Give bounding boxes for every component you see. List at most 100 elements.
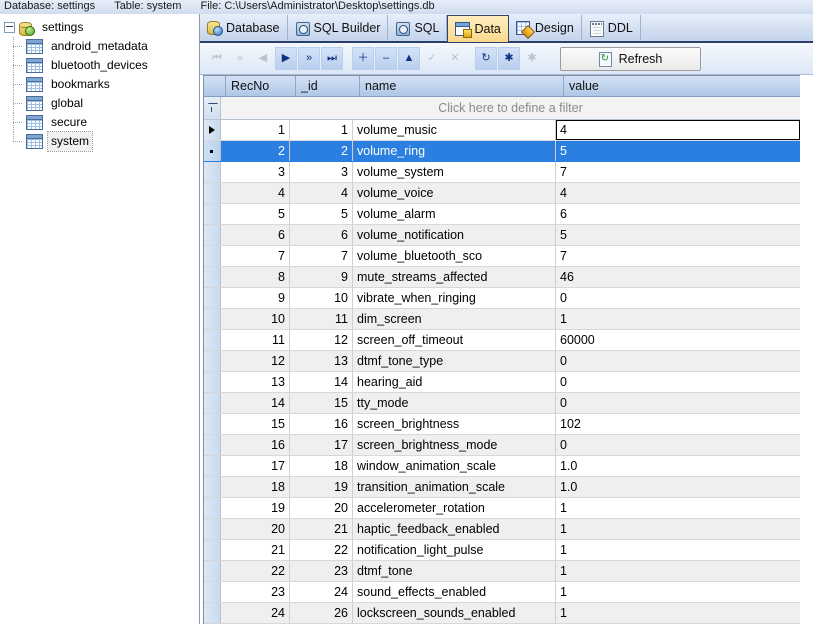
cell-id[interactable]: 7 bbox=[290, 246, 353, 266]
cell-name[interactable]: accelerometer_rotation bbox=[353, 498, 556, 518]
cell-id[interactable]: 4 bbox=[290, 183, 353, 203]
cell-id[interactable]: 11 bbox=[290, 309, 353, 329]
edit-record-button[interactable]: ▲ bbox=[398, 47, 420, 70]
filter-placeholder-text[interactable]: Click here to define a filter bbox=[221, 97, 800, 119]
cell-name[interactable]: volume_bluetooth_sco bbox=[353, 246, 556, 266]
cell-value[interactable]: 1 bbox=[556, 519, 800, 539]
cell-recno[interactable]: 15 bbox=[221, 414, 290, 434]
tree-node-secure[interactable]: secure bbox=[0, 113, 199, 132]
cell-id[interactable]: 26 bbox=[290, 603, 353, 623]
cell-value[interactable]: 1.0 bbox=[556, 477, 800, 497]
table-row[interactable]: 3 3 volume_system 7 bbox=[204, 162, 800, 183]
cell-recno[interactable]: 6 bbox=[221, 225, 290, 245]
cell-id[interactable]: 3 bbox=[290, 162, 353, 182]
row-indicator[interactable] bbox=[204, 309, 221, 329]
cell-name[interactable]: volume_system bbox=[353, 162, 556, 182]
cell-name[interactable]: hearing_aid bbox=[353, 372, 556, 392]
column-header-id[interactable]: _id bbox=[296, 76, 360, 96]
table-row[interactable]: 6 6 volume_notification 5 bbox=[204, 225, 800, 246]
cell-recno[interactable]: 14 bbox=[221, 393, 290, 413]
cell-recno[interactable]: 9 bbox=[221, 288, 290, 308]
cell-name[interactable]: volume_notification bbox=[353, 225, 556, 245]
table-row[interactable]: 18 19 transition_animation_scale 1.0 bbox=[204, 477, 800, 498]
tab-sql[interactable]: SQL bbox=[388, 15, 448, 40]
table-row[interactable]: 14 15 tty_mode 0 bbox=[204, 393, 800, 414]
cell-recno[interactable]: 21 bbox=[221, 540, 290, 560]
cell-value[interactable]: 1 bbox=[556, 498, 800, 518]
tree-node-android-metadata[interactable]: android_metadata bbox=[0, 37, 199, 56]
table-row[interactable]: 16 17 screen_brightness_mode 0 bbox=[204, 435, 800, 456]
cell-recno[interactable]: 1 bbox=[221, 120, 290, 140]
cell-recno[interactable]: 13 bbox=[221, 372, 290, 392]
cell-id[interactable]: 19 bbox=[290, 477, 353, 497]
data-grid[interactable]: RecNo _id name value Click here to define a… bbox=[203, 75, 801, 624]
table-row[interactable]: 11 12 screen_off_timeout 60000 bbox=[204, 330, 800, 351]
cell-id[interactable]: 15 bbox=[290, 393, 353, 413]
apply-updates-button[interactable]: ✱ bbox=[498, 47, 520, 70]
row-indicator[interactable] bbox=[204, 435, 221, 455]
refresh-record-button[interactable]: ↻ bbox=[475, 47, 497, 70]
filter-funnel-icon[interactable] bbox=[204, 97, 221, 119]
cell-recno[interactable]: 18 bbox=[221, 477, 290, 497]
cell-value[interactable]: 7 bbox=[556, 162, 800, 182]
cell-id[interactable]: 20 bbox=[290, 498, 353, 518]
cell-value[interactable]: 60000 bbox=[556, 330, 800, 350]
table-row[interactable]: 23 24 sound_effects_enabled 1 bbox=[204, 582, 800, 603]
tab-ddl[interactable]: DDL bbox=[582, 15, 641, 40]
cell-name[interactable]: volume_music bbox=[353, 120, 556, 140]
table-row[interactable]: 12 13 dtmf_tone_type 0 bbox=[204, 351, 800, 372]
cell-recno[interactable]: 8 bbox=[221, 267, 290, 287]
cell-name[interactable]: window_animation_scale bbox=[353, 456, 556, 476]
cell-recno[interactable]: 20 bbox=[221, 519, 290, 539]
table-row[interactable]: 13 14 hearing_aid 0 bbox=[204, 372, 800, 393]
row-indicator[interactable] bbox=[204, 477, 221, 497]
cell-name[interactable]: sound_effects_enabled bbox=[353, 582, 556, 602]
tree-node-bookmarks[interactable]: bookmarks bbox=[0, 75, 199, 94]
cell-recno[interactable]: 16 bbox=[221, 435, 290, 455]
cell-value[interactable]: 4 bbox=[556, 183, 800, 203]
cell-value[interactable]: 46 bbox=[556, 267, 800, 287]
cell-name[interactable]: volume_voice bbox=[353, 183, 556, 203]
cell-id[interactable]: 1 bbox=[290, 120, 353, 140]
cell-value[interactable]: 0 bbox=[556, 351, 800, 371]
cell-name[interactable]: volume_ring bbox=[353, 141, 556, 161]
cell-recno[interactable]: 19 bbox=[221, 498, 290, 518]
tree-node-system[interactable]: system bbox=[0, 131, 199, 152]
row-indicator[interactable] bbox=[204, 393, 221, 413]
cell-name[interactable]: haptic_feedback_enabled bbox=[353, 519, 556, 539]
cell-value[interactable]: 0 bbox=[556, 288, 800, 308]
cell-recno[interactable]: 3 bbox=[221, 162, 290, 182]
table-row[interactable]: 22 23 dtmf_tone 1 bbox=[204, 561, 800, 582]
cell-name[interactable]: dtmf_tone_type bbox=[353, 351, 556, 371]
cell-name[interactable]: dim_screen bbox=[353, 309, 556, 329]
next-record-button[interactable]: ▶ bbox=[275, 47, 297, 70]
row-indicator[interactable] bbox=[204, 414, 221, 434]
row-indicator[interactable] bbox=[204, 225, 221, 245]
column-header-name[interactable]: name bbox=[360, 76, 564, 96]
cell-id[interactable]: 6 bbox=[290, 225, 353, 245]
cell-name[interactable]: volume_alarm bbox=[353, 204, 556, 224]
table-row[interactable]: 1 1 volume_music 4 bbox=[204, 120, 800, 141]
tree-expander-icon[interactable] bbox=[4, 22, 15, 33]
table-row[interactable]: 24 26 lockscreen_sounds_enabled 1 bbox=[204, 603, 800, 624]
cell-id[interactable]: 13 bbox=[290, 351, 353, 371]
table-row[interactable]: 4 4 volume_voice 4 bbox=[204, 183, 800, 204]
row-indicator[interactable] bbox=[204, 162, 221, 182]
cell-name[interactable]: screen_off_timeout bbox=[353, 330, 556, 350]
cell-recno[interactable]: 11 bbox=[221, 330, 290, 350]
row-indicator[interactable] bbox=[204, 141, 221, 161]
cell-recno[interactable]: 24 bbox=[221, 603, 290, 623]
row-indicator[interactable] bbox=[204, 204, 221, 224]
refresh-button[interactable]: ↻ Refresh bbox=[560, 46, 701, 71]
cell-value[interactable]: 0 bbox=[556, 435, 800, 455]
cell-name[interactable]: tty_mode bbox=[353, 393, 556, 413]
row-indicator[interactable] bbox=[204, 183, 221, 203]
row-indicator[interactable] bbox=[204, 540, 221, 560]
cell-id[interactable]: 17 bbox=[290, 435, 353, 455]
cell-id[interactable]: 21 bbox=[290, 519, 353, 539]
table-row[interactable]: 7 7 volume_bluetooth_sco 7 bbox=[204, 246, 800, 267]
cell-name[interactable]: dtmf_tone bbox=[353, 561, 556, 581]
cell-name[interactable]: screen_brightness bbox=[353, 414, 556, 434]
cell-id[interactable]: 5 bbox=[290, 204, 353, 224]
cell-name[interactable]: mute_streams_affected bbox=[353, 267, 556, 287]
